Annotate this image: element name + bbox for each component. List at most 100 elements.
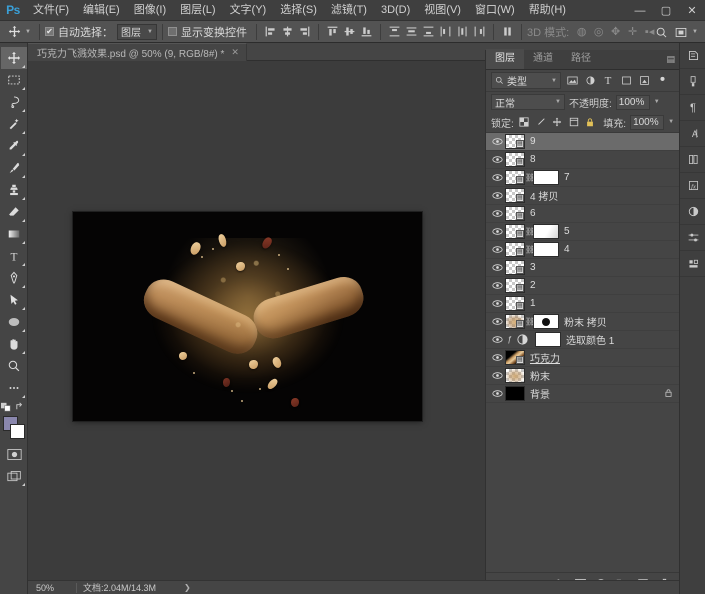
- layer-row[interactable]: ▤ ⛓ 7: [486, 169, 679, 187]
- layer-thumbnail[interactable]: ▤: [505, 260, 525, 275]
- tab-layers[interactable]: 图层: [486, 49, 524, 69]
- layer-visibility-icon[interactable]: [489, 331, 505, 349]
- color-swatches[interactable]: [1, 415, 27, 441]
- layer-list[interactable]: ▤ 9 ▤ 8 ▤ ⛓ 7 ▤ 4 拷贝: [486, 132, 679, 572]
- menu-edit[interactable]: 编辑(E): [76, 0, 127, 21]
- layer-name[interactable]: 2: [530, 280, 536, 291]
- layer-visibility-icon[interactable]: [489, 277, 505, 295]
- layer-visibility-icon[interactable]: [489, 151, 505, 169]
- rectangular-marquee-tool[interactable]: [1, 69, 27, 91]
- brush-tool[interactable]: [1, 157, 27, 179]
- mask-link-icon[interactable]: ⛓: [525, 245, 533, 254]
- layer-thumbnail[interactable]: ▤: [505, 134, 525, 149]
- layer-visibility-icon[interactable]: [489, 259, 505, 277]
- edit-toolbar-more-button[interactable]: [1, 377, 27, 399]
- layer-mask-thumbnail[interactable]: [533, 224, 559, 239]
- layer-effects-icon[interactable]: ƒ: [505, 335, 514, 344]
- menu-type[interactable]: 文字(Y): [223, 0, 274, 21]
- close-icon[interactable]: ✕: [231, 47, 239, 58]
- workspace-chevron-icon[interactable]: ▼: [692, 29, 698, 35]
- dock-libraries-icon[interactable]: [680, 147, 705, 173]
- layer-thumbnail[interactable]: ▤: [505, 188, 525, 203]
- eyedropper-tool[interactable]: [1, 135, 27, 157]
- menu-help[interactable]: 帮助(H): [522, 0, 573, 21]
- layer-thumbnail[interactable]: ▤: [505, 224, 525, 239]
- pen-tool[interactable]: [1, 267, 27, 289]
- layer-name[interactable]: 4 拷贝: [530, 188, 558, 203]
- selective-color-adjustment-icon[interactable]: [514, 332, 530, 347]
- layer-name[interactable]: 7: [564, 172, 570, 183]
- eraser-tool[interactable]: [1, 201, 27, 223]
- dock-paragraph-icon[interactable]: ¶: [680, 95, 705, 121]
- tool-preset-chevron-icon[interactable]: ▼: [25, 29, 31, 35]
- lock-transparent-icon[interactable]: [518, 115, 531, 129]
- layer-filter-kind-dropdown[interactable]: 类型 ▼: [491, 72, 561, 89]
- distribute-horizontal-centers-icon[interactable]: [454, 23, 471, 41]
- distribute-top-edges-icon[interactable]: [386, 23, 403, 41]
- mask-link-icon[interactable]: ⛓: [525, 173, 533, 182]
- align-horizontal-centers-icon[interactable]: [279, 23, 296, 41]
- layer-name[interactable]: 3: [530, 262, 536, 273]
- document-tab[interactable]: 巧克力飞溅效果.psd @ 50% (9, RGB/8#) * ✕: [28, 43, 247, 61]
- layer-visibility-icon[interactable]: [489, 187, 505, 205]
- layer-thumbnail[interactable]: ▤: [505, 242, 525, 257]
- auto-select-checkbox[interactable]: ✔: [45, 27, 54, 36]
- layer-thumbnail[interactable]: ▤: [505, 278, 525, 293]
- layer-thumbnail[interactable]: ▤: [505, 314, 525, 329]
- gradient-tool[interactable]: [1, 223, 27, 245]
- layer-visibility-icon[interactable]: [489, 295, 505, 313]
- adjustment-filter-icon[interactable]: [583, 73, 597, 89]
- align-bottom-edges-icon[interactable]: [358, 23, 375, 41]
- menu-layer[interactable]: 图层(L): [173, 0, 222, 21]
- show-transform-checkbox[interactable]: [168, 27, 177, 36]
- menu-view[interactable]: 视图(V): [417, 0, 468, 21]
- image-canvas[interactable]: [73, 212, 422, 421]
- ellipse-shape-tool[interactable]: [1, 311, 27, 333]
- layer-row[interactable]: ▤ 2: [486, 277, 679, 295]
- layer-name[interactable]: 选取颜色 1: [566, 332, 614, 347]
- lock-position-icon[interactable]: [551, 115, 564, 129]
- pixel-filter-icon[interactable]: [565, 73, 579, 89]
- menu-window[interactable]: 窗口(W): [468, 0, 522, 21]
- dock-properties-icon[interactable]: [680, 225, 705, 251]
- layer-name[interactable]: 粉末 拷贝: [564, 314, 607, 329]
- layer-name[interactable]: 4: [564, 244, 570, 255]
- layer-name[interactable]: 8: [530, 154, 536, 165]
- layer-visibility-icon[interactable]: [489, 385, 505, 403]
- menu-image[interactable]: 图像(I): [127, 0, 173, 21]
- layer-visibility-icon[interactable]: [489, 241, 505, 259]
- layer-row[interactable]: ▤ 6: [486, 205, 679, 223]
- layer-row[interactable]: ƒ 选取颜色 1: [486, 331, 679, 349]
- layer-visibility-icon[interactable]: [489, 133, 505, 151]
- move-tool[interactable]: [1, 47, 27, 69]
- fill-field[interactable]: 100%: [630, 115, 664, 130]
- align-left-edges-icon[interactable]: [262, 23, 279, 41]
- tab-paths[interactable]: 路径: [562, 49, 600, 69]
- align-right-edges-icon[interactable]: [296, 23, 313, 41]
- default-colors-icon[interactable]: [1, 401, 12, 412]
- layer-row[interactable]: 粉末: [486, 367, 679, 385]
- opacity-field[interactable]: 100%: [616, 95, 650, 110]
- status-expand-icon[interactable]: ❯: [184, 583, 191, 592]
- panel-menu-icon[interactable]: ▤: [666, 55, 675, 64]
- layer-visibility-icon[interactable]: [489, 223, 505, 241]
- opacity-chevron-icon[interactable]: ▼: [654, 99, 660, 105]
- dock-styles-icon[interactable]: [680, 251, 705, 277]
- background-color-swatch[interactable]: [10, 424, 25, 439]
- quick-mask-icon[interactable]: [1, 443, 27, 465]
- minimize-button[interactable]: —: [627, 0, 653, 21]
- layer-thumbnail[interactable]: [505, 386, 525, 401]
- layer-mask-thumbnail[interactable]: [533, 314, 559, 329]
- layer-row[interactable]: 背景: [486, 385, 679, 403]
- align-top-edges-icon[interactable]: [324, 23, 341, 41]
- layer-mask-thumbnail[interactable]: [535, 332, 561, 347]
- distribute-vertical-centers-icon[interactable]: [403, 23, 420, 41]
- layer-mask-thumbnail[interactable]: [533, 242, 559, 257]
- layer-row[interactable]: ▤ 3: [486, 259, 679, 277]
- layer-mask-thumbnail[interactable]: [533, 170, 559, 185]
- dock-info-icon[interactable]: fx: [680, 173, 705, 199]
- type-tool[interactable]: T: [1, 245, 27, 267]
- layer-visibility-icon[interactable]: [489, 349, 505, 367]
- hand-tool[interactable]: [1, 333, 27, 355]
- dock-adjustments-icon[interactable]: [680, 199, 705, 225]
